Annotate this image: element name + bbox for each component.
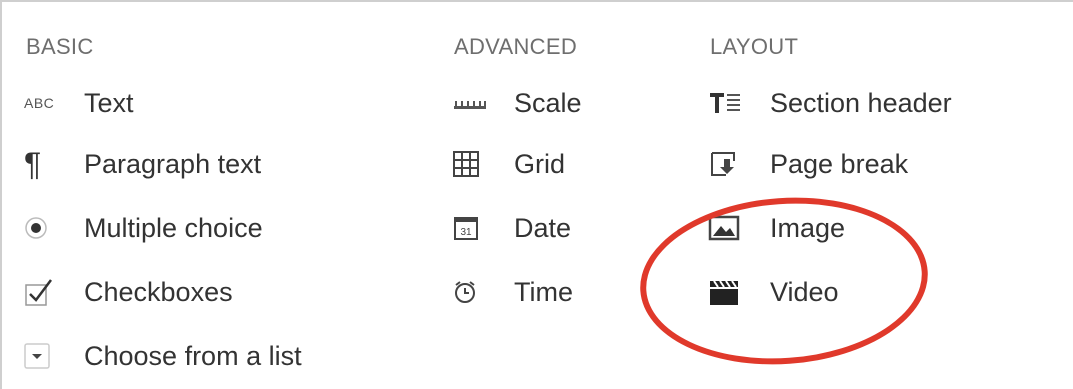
menu-item-label: Section header bbox=[770, 87, 952, 118]
question-type-menu: BASIC ABC Text ¶ Paragraph text Multiple… bbox=[0, 0, 1073, 389]
menu-item-paragraph-text[interactable]: ¶ Paragraph text bbox=[24, 144, 261, 184]
svg-text:31: 31 bbox=[460, 227, 472, 238]
basic-column-title: BASIC bbox=[26, 34, 94, 59]
menu-item-video[interactable]: Video bbox=[708, 272, 839, 312]
video-icon bbox=[708, 272, 770, 312]
scale-icon bbox=[452, 83, 514, 123]
section-header-icon bbox=[708, 83, 770, 123]
checkbox-icon bbox=[24, 272, 84, 312]
menu-item-date[interactable]: 31 Date bbox=[452, 208, 571, 248]
image-icon bbox=[708, 208, 770, 248]
menu-item-label: Time bbox=[514, 276, 573, 307]
menu-item-label: Paragraph text bbox=[84, 148, 262, 179]
menu-item-grid[interactable]: Grid bbox=[452, 144, 565, 184]
menu-item-label: Image bbox=[770, 212, 846, 243]
menu-item-scale[interactable]: Scale bbox=[452, 83, 582, 123]
menu-item-label: Video bbox=[770, 276, 839, 307]
menu-item-image[interactable]: Image bbox=[708, 208, 845, 248]
menu-item-label: Multiple choice bbox=[84, 212, 263, 243]
layout-column-title: LAYOUT bbox=[710, 34, 799, 59]
menu-item-choose-from-list[interactable]: Choose from a list bbox=[24, 336, 302, 376]
radio-icon bbox=[24, 208, 84, 248]
advanced-column-title: ADVANCED bbox=[454, 34, 578, 59]
abc-text-icon: ABC bbox=[24, 95, 55, 111]
menu-item-checkboxes[interactable]: Checkboxes bbox=[24, 272, 233, 312]
page-break-icon bbox=[708, 144, 770, 184]
menu-item-label: Page break bbox=[770, 148, 909, 179]
menu-item-label: Grid bbox=[514, 148, 566, 179]
menu-item-label: Checkboxes bbox=[84, 276, 233, 307]
calendar-icon: 31 bbox=[452, 208, 514, 248]
menu-item-label: Date bbox=[514, 212, 572, 243]
menu-item-label: Scale bbox=[514, 87, 582, 118]
menu-item-label: Text bbox=[84, 87, 134, 118]
clock-icon bbox=[452, 272, 514, 312]
menu-item-text[interactable]: ABC Text bbox=[24, 83, 134, 123]
menu-item-multiple-choice[interactable]: Multiple choice bbox=[24, 208, 263, 248]
menu-item-section-header[interactable]: Section header bbox=[708, 83, 952, 123]
dropdown-icon bbox=[24, 336, 84, 376]
menu-item-page-break[interactable]: Page break bbox=[708, 144, 908, 184]
paragraph-icon: ¶ bbox=[24, 146, 42, 182]
menu-item-label: Choose from a list bbox=[84, 340, 302, 371]
menu-item-time[interactable]: Time bbox=[452, 272, 573, 312]
grid-icon bbox=[452, 144, 514, 184]
